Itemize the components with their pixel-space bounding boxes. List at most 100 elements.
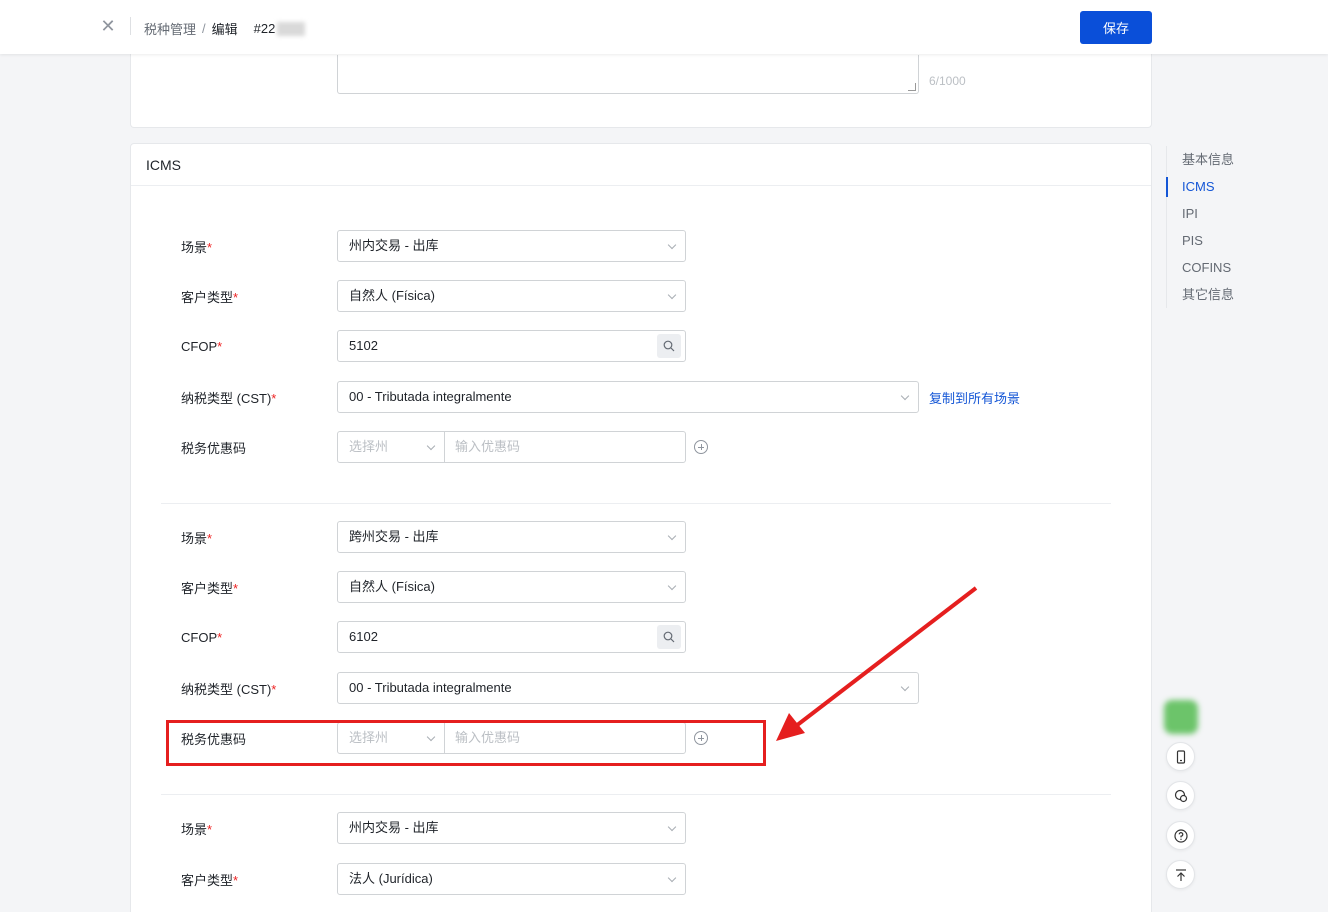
scene-label-text: 场景 <box>181 239 208 255</box>
scene-value: 跨州交易 - 出库 <box>349 529 439 544</box>
chevron-down-icon <box>900 682 910 692</box>
add-circle-icon[interactable] <box>694 440 708 454</box>
anchor-item-pis[interactable]: PIS <box>1167 227 1234 254</box>
breadcrumb-root[interactable]: 税种管理 <box>144 19 196 38</box>
customer-type-label-text: 客户类型 <box>181 872 234 888</box>
required-mark: * <box>271 390 277 406</box>
cfop-input[interactable]: 6102 <box>337 621 686 653</box>
anchor-item-ipi[interactable]: IPI <box>1167 200 1234 227</box>
required-mark: * <box>207 530 213 546</box>
cst-row: 纳税类型 (CST)* 00 - Tributada integralmente <box>181 672 919 704</box>
customer-type-label-text: 客户类型 <box>181 580 234 596</box>
required-mark: * <box>217 629 223 645</box>
chevron-down-icon <box>900 391 910 401</box>
anchor-item-icms[interactable]: ICMS <box>1165 173 1234 200</box>
scene-select[interactable]: 州内交易 - 出库 <box>337 230 686 262</box>
help-icon[interactable] <box>1166 821 1195 850</box>
cst-label-text: 纳税类型 (CST) <box>181 390 272 406</box>
benefit-code-placeholder: 输入优惠码 <box>455 439 521 454</box>
scene-select[interactable]: 跨州交易 - 出库 <box>337 521 686 553</box>
required-mark: * <box>233 872 239 888</box>
cst-label-text: 纳税类型 (CST) <box>181 681 272 697</box>
customer-type-row: 客户类型* 自然人 (Física) <box>181 571 686 603</box>
breadcrumb-separator: / <box>202 21 206 36</box>
required-mark: * <box>233 580 239 596</box>
cst-value: 00 - Tributada integralmente <box>349 680 512 695</box>
customer-type-select[interactable]: 法人 (Jurídica) <box>337 863 686 895</box>
customer-type-row: 客户类型* 法人 (Jurídica) <box>181 863 686 895</box>
required-mark: * <box>207 239 213 255</box>
resize-handle[interactable] <box>908 83 916 91</box>
anchor-item-other-info[interactable]: 其它信息 <box>1167 281 1234 308</box>
chevron-down-icon <box>667 240 677 250</box>
scene-select[interactable]: 州内交易 - 出库 <box>337 812 686 844</box>
cfop-label: CFOP* <box>181 630 337 645</box>
cst-select[interactable]: 00 - Tributada integralmente <box>337 672 919 704</box>
description-textarea[interactable] <box>337 55 919 94</box>
cfop-label-text: CFOP <box>181 338 218 354</box>
search-icon[interactable] <box>657 334 681 358</box>
benefit-code-input[interactable]: 输入优惠码 <box>445 432 685 462</box>
anchor-item-basic-info[interactable]: 基本信息 <box>1167 146 1234 173</box>
scene-label: 场景* <box>181 237 337 256</box>
scene-row: 场景* 州内交易 - 出库 <box>181 230 686 262</box>
chevron-down-icon <box>667 290 677 300</box>
state-select[interactable]: 选择州 <box>338 432 445 462</box>
chevron-down-icon <box>426 441 436 451</box>
chevron-down-icon <box>667 822 677 832</box>
cst-value: 00 - Tributada integralmente <box>349 389 512 404</box>
required-mark: * <box>217 338 223 354</box>
state-placeholder: 选择州 <box>349 439 389 454</box>
annotation-highlight-box <box>166 720 766 766</box>
scene-value: 州内交易 - 出库 <box>349 820 439 835</box>
customer-type-value: 自然人 (Física) <box>349 288 435 303</box>
char-counter: 6/1000 <box>929 74 966 88</box>
chat-icon[interactable] <box>1166 781 1195 810</box>
save-button[interactable]: 保存 <box>1080 11 1152 44</box>
scene-label: 场景* <box>181 528 337 547</box>
chevron-down-icon <box>667 873 677 883</box>
cfop-row: CFOP* 6102 <box>181 621 686 653</box>
cst-row: 纳税类型 (CST)* 00 - Tributada integralmente… <box>181 381 1020 413</box>
copy-to-all-link[interactable]: 复制到所有场景 <box>929 388 1020 407</box>
page-header: ✕ 税种管理 / 编辑 #22 保存 <box>0 0 1328 54</box>
icms-card: ICMS 场景* 州内交易 - 出库 客户类型* 自然人 (Física) CF… <box>130 143 1152 912</box>
tax-benefit-label: 税务优惠码 <box>181 440 247 456</box>
scene-label-text: 场景 <box>181 530 208 546</box>
cst-label: 纳税类型 (CST)* <box>181 388 337 407</box>
cfop-input[interactable]: 5102 <box>337 330 686 362</box>
cfop-value: 6102 <box>349 629 378 644</box>
search-icon[interactable] <box>657 625 681 649</box>
mobile-icon[interactable] <box>1166 742 1195 771</box>
anchor-item-cofins[interactable]: COFINS <box>1167 254 1234 281</box>
cst-label: 纳税类型 (CST)* <box>181 679 337 698</box>
customer-type-select[interactable]: 自然人 (Física) <box>337 280 686 312</box>
breadcrumb-current: 编辑 <box>211 22 238 37</box>
customer-type-label-text: 客户类型 <box>181 289 234 305</box>
assistant-avatar[interactable] <box>1164 700 1198 734</box>
required-mark: * <box>233 289 239 305</box>
record-code-text: #22 <box>253 20 276 36</box>
record-code: #22 <box>254 21 306 37</box>
scene-label: 场景* <box>181 819 337 838</box>
cfop-label: CFOP* <box>181 339 337 354</box>
breadcrumb: 税种管理 / 编辑 #22 <box>144 19 306 38</box>
tax-benefit-row: 税务优惠码 选择州 输入优惠码 <box>181 431 708 463</box>
scene-row: 场景* 州内交易 - 出库 <box>181 812 686 844</box>
scene-value: 州内交易 - 出库 <box>349 238 439 253</box>
scene-row: 场景* 跨州交易 - 出库 <box>181 521 686 553</box>
group-divider <box>161 794 1111 795</box>
scene-label-text: 场景 <box>181 821 208 837</box>
header-divider <box>130 17 131 35</box>
redacted-blur <box>277 22 306 37</box>
customer-type-label: 客户类型* <box>181 870 337 889</box>
back-to-top-icon[interactable] <box>1166 860 1195 889</box>
section-title: ICMS <box>131 144 1151 186</box>
customer-type-label: 客户类型* <box>181 287 337 306</box>
required-mark: * <box>207 821 213 837</box>
cst-select[interactable]: 00 - Tributada integralmente <box>337 381 919 413</box>
required-mark: * <box>271 681 277 697</box>
customer-type-select[interactable]: 自然人 (Física) <box>337 571 686 603</box>
group-divider <box>161 503 1111 504</box>
close-icon[interactable]: ✕ <box>100 16 116 36</box>
